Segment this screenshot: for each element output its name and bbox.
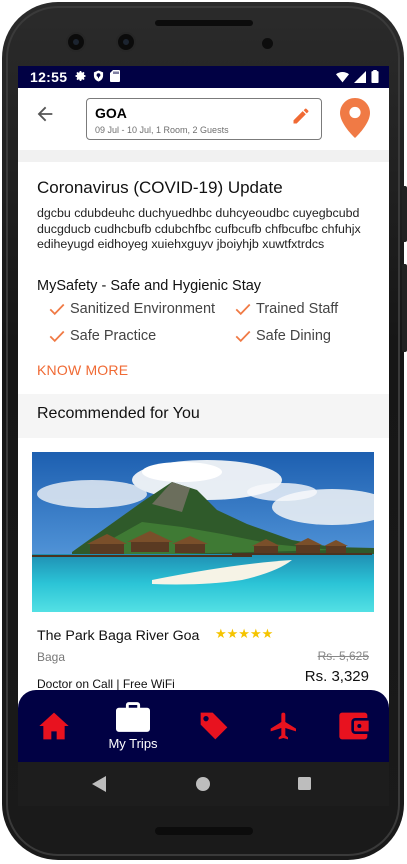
discounted-price: Rs. 3,329 xyxy=(304,668,369,685)
nav-offers[interactable] xyxy=(196,690,232,762)
safety-item: Safe Dining xyxy=(234,327,331,345)
hotel-photo[interactable] xyxy=(32,452,374,612)
volume-button xyxy=(402,186,407,242)
system-navigation-bar xyxy=(18,762,389,806)
covid-update-card: Coronavirus (COVID-19) Update dgcbu cdub… xyxy=(18,162,389,392)
battery-icon xyxy=(371,70,379,83)
nav-home[interactable] xyxy=(36,690,72,762)
covid-title: Coronavirus (COVID-19) Update xyxy=(37,178,283,197)
signal-icon xyxy=(354,70,366,83)
back-arrow-icon[interactable] xyxy=(34,103,56,125)
hotel-location: Baga xyxy=(37,650,66,664)
star-rating: ★★★★★ xyxy=(215,626,274,641)
gear-icon xyxy=(75,71,86,81)
front-camera-icon xyxy=(66,32,86,52)
covid-body-text: dgcbu cdubdeuhc duchyuedhbc duhcyeoudbc … xyxy=(37,206,361,251)
sd-card-icon xyxy=(110,70,120,82)
checkmark-icon xyxy=(235,330,251,343)
safety-item-label: Sanitized Environment xyxy=(70,301,216,317)
search-summary-box[interactable]: GOA 09 Jul - 10 Jul, 1 Room, 2 Guests xyxy=(86,98,322,140)
safety-item: Safe Practice xyxy=(48,327,156,345)
nav-label-my-trips: My Trips xyxy=(108,735,158,751)
wallet-icon xyxy=(339,712,369,740)
recommended-header: Recommended for You xyxy=(18,394,389,438)
status-right-icons xyxy=(336,70,379,83)
wifi-icon xyxy=(336,71,349,82)
edit-pencil-icon[interactable] xyxy=(291,106,311,126)
hotel-photo-illustration xyxy=(32,452,374,612)
shield-icon xyxy=(93,70,104,82)
proximity-sensor xyxy=(262,38,273,49)
nav-flights[interactable] xyxy=(266,690,302,762)
safety-item: Sanitized Environment xyxy=(48,300,215,318)
front-camera-icon xyxy=(116,32,136,52)
safety-title: MySafety - Safe and Hygienic Stay xyxy=(37,278,262,294)
safety-item-label: Safe Dining xyxy=(256,328,331,344)
recommended-title: Recommended for You xyxy=(37,405,200,422)
earpiece-speaker xyxy=(155,20,253,26)
safety-item-label: Trained Staff xyxy=(256,301,339,317)
bottom-navigation: My Trips xyxy=(18,690,389,762)
home-icon xyxy=(39,712,69,740)
home-circle-icon[interactable] xyxy=(196,777,210,791)
status-left-icons xyxy=(75,70,120,82)
location-pin-icon[interactable] xyxy=(340,98,370,138)
airplane-icon xyxy=(270,712,296,740)
power-button xyxy=(402,264,407,352)
search-details-text: 09 Jul - 10 Jul, 1 Room, 2 Guests xyxy=(95,125,229,135)
nav-wallet[interactable] xyxy=(336,690,372,762)
section-divider xyxy=(18,150,389,162)
checkmark-icon xyxy=(49,303,65,316)
back-triangle-icon[interactable] xyxy=(92,776,106,792)
destination-text: GOA xyxy=(95,105,127,121)
nav-my-trips[interactable]: My Trips xyxy=(102,690,164,762)
hotel-name[interactable]: The Park Baga River Goa xyxy=(37,628,199,644)
know-more-link[interactable]: KNOW MORE xyxy=(37,362,128,378)
recents-square-icon[interactable] xyxy=(298,777,311,790)
status-bar: 12:55 xyxy=(18,66,389,88)
safety-item-label: Safe Practice xyxy=(70,328,157,344)
checkmark-icon xyxy=(235,303,251,316)
briefcase-icon xyxy=(116,701,150,732)
original-price: Rs. 5,625 xyxy=(317,649,369,663)
app-screen: 12:55 GOA 09 Jul - 10 Jul, 1 Room, 2 Gue… xyxy=(18,66,389,806)
status-time: 12:55 xyxy=(30,69,68,85)
phone-frame: 12:55 GOA 09 Jul - 10 Jul, 1 Room, 2 Gue… xyxy=(0,0,407,864)
bottom-speaker xyxy=(155,827,253,835)
tag-icon xyxy=(200,712,228,740)
safety-item: Trained Staff xyxy=(234,300,338,318)
hotel-amenities: Doctor on Call | Free WiFi xyxy=(37,677,175,691)
checkmark-icon xyxy=(49,330,65,343)
